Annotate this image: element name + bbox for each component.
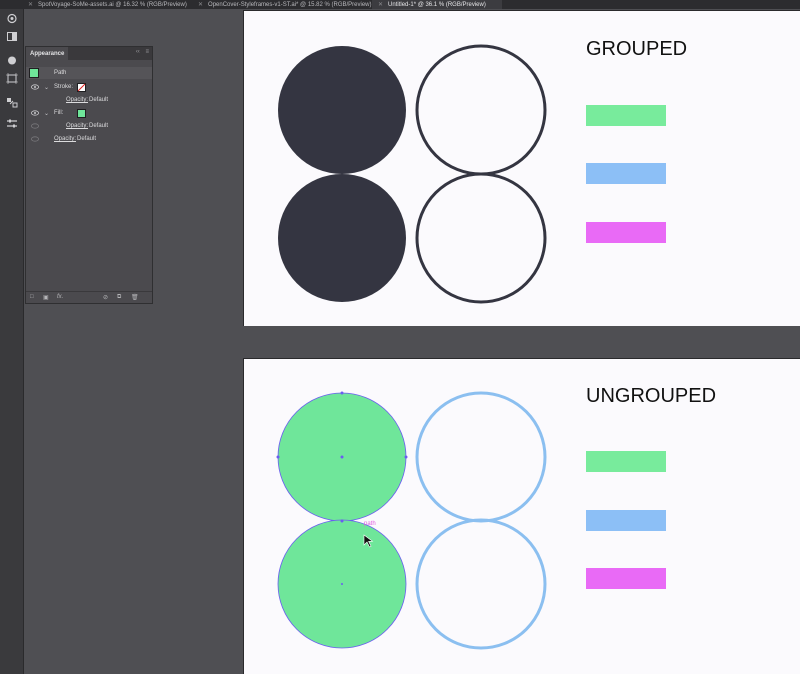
ungrouped-title: UNGROUPED xyxy=(586,385,717,407)
ungrouped-artwork: path xyxy=(276,391,547,650)
center-point[interactable] xyxy=(340,455,344,459)
legend-bar-magenta[interactable] xyxy=(586,568,666,589)
align-icon[interactable] xyxy=(5,117,19,129)
visibility-eye-icon[interactable] xyxy=(31,84,39,90)
tab-label: SpotVoyage-SoMe-assets.ai @ 16.32 % (RGB… xyxy=(38,1,187,8)
legend-bar-green[interactable] xyxy=(586,451,666,472)
stroke-row[interactable]: ⌄ Stroke: xyxy=(26,81,152,93)
appearance-panel: Appearance ‹‹ ≡ Path ⌄ Stroke: Opacity: … xyxy=(25,46,153,304)
add-fill-icon[interactable]: ▣ xyxy=(43,294,49,301)
ungrouped-outline-circle-bottom[interactable] xyxy=(415,518,547,650)
add-stroke-icon[interactable]: □ xyxy=(30,294,34,300)
opacity-label[interactable]: Opacity: xyxy=(54,136,76,142)
grouped-outline-circle-top[interactable] xyxy=(415,44,547,176)
object-row[interactable]: Path xyxy=(26,67,152,79)
document-tab-bar: ✕ SpotVoyage-SoMe-assets.ai @ 16.32 % (R… xyxy=(0,0,800,9)
artboard-icon[interactable] xyxy=(5,72,19,84)
object-thumbnail xyxy=(29,68,39,78)
document-tab-opencover[interactable]: ✕ OpenCover-Styleframes-v1-ST.ai* @ 15.8… xyxy=(198,0,372,9)
duplicate-item-icon[interactable]: ⧉ xyxy=(117,294,121,301)
grouped-filled-circle-bottom[interactable] xyxy=(278,174,406,302)
fill-color-swatch[interactable] xyxy=(77,109,86,118)
grouped-title: GROUPED xyxy=(586,38,688,60)
artboard-grouped: GROUPED xyxy=(243,10,800,326)
gradient-icon[interactable] xyxy=(5,30,19,42)
fill-opacity-row[interactable]: Opacity: Default xyxy=(26,120,152,132)
stroke-opacity-value: Default xyxy=(89,97,109,103)
visibility-eye-icon[interactable] xyxy=(31,136,39,142)
symbol-sprayer-icon[interactable] xyxy=(5,12,19,24)
fill-row[interactable]: ⌄ Fill: xyxy=(26,107,152,119)
grouped-outline-circle-bottom[interactable] xyxy=(415,172,547,304)
add-effect-button[interactable]: fx. xyxy=(57,294,63,300)
ungrouped-outline-circle-top[interactable] xyxy=(415,391,547,523)
grouped-artwork xyxy=(278,44,547,304)
stroke-label: Stroke: xyxy=(54,84,74,90)
panel-footer: □ ▣ fx. ⊘ ⧉ 🗑 xyxy=(26,291,152,303)
legend-bar-green[interactable] xyxy=(586,105,666,126)
object-label: Path xyxy=(54,70,67,76)
collapse-icon[interactable]: ‹‹ xyxy=(136,49,140,55)
tools-panel xyxy=(0,9,24,674)
symbol-icon[interactable] xyxy=(5,96,19,108)
center-point[interactable] xyxy=(341,583,343,585)
visibility-eye-icon[interactable] xyxy=(31,123,39,129)
disclosure-triangle-icon[interactable]: ⌄ xyxy=(44,84,49,91)
smart-guide-label: path xyxy=(364,521,376,527)
visibility-eye-icon[interactable] xyxy=(31,110,39,116)
tab-label: OpenCover-Styleframes-v1-ST.ai* @ 15.82 … xyxy=(208,1,372,8)
panel-menu-icon[interactable]: ≡ xyxy=(145,49,149,55)
opacity-row[interactable]: Opacity: Default xyxy=(26,133,152,145)
stroke-opacity-label[interactable]: Opacity: xyxy=(66,97,88,103)
opacity-value: Default xyxy=(77,136,97,142)
fill-opacity-value: Default xyxy=(89,123,109,129)
clear-appearance-icon[interactable]: ⊘ xyxy=(103,294,108,301)
legend-bar-blue[interactable] xyxy=(586,163,666,184)
grouped-filled-circle-top[interactable] xyxy=(278,46,406,174)
tab-label: Untitled-1* @ 36.1 % (RGB/Preview) xyxy=(388,1,486,8)
anchor-point[interactable] xyxy=(276,455,280,459)
panel-controls: ‹‹ ≡ xyxy=(136,49,149,55)
stroke-none-swatch[interactable] xyxy=(77,83,86,92)
panel-header: Appearance ‹‹ ≡ xyxy=(26,47,152,60)
fill-opacity-label[interactable]: Opacity: xyxy=(66,123,88,129)
anchor-point[interactable] xyxy=(404,455,408,459)
stroke-opacity-row[interactable]: Opacity: Default xyxy=(26,94,152,106)
close-icon[interactable]: ✕ xyxy=(378,1,383,8)
fill-label: Fill: xyxy=(54,110,64,116)
appearance-tab[interactable]: Appearance xyxy=(26,47,69,60)
legend-bar-blue[interactable] xyxy=(586,510,666,531)
fill-stroke-icon[interactable] xyxy=(5,54,19,66)
close-icon[interactable]: ✕ xyxy=(28,1,33,8)
document-tab-spotvoyage[interactable]: ✕ SpotVoyage-SoMe-assets.ai @ 16.32 % (R… xyxy=(28,0,187,9)
anchor-point[interactable] xyxy=(340,391,344,395)
disclosure-triangle-icon[interactable]: ⌄ xyxy=(44,110,49,117)
legend-bar-magenta[interactable] xyxy=(586,222,666,243)
artboard-ungrouped: path UNGROUPED xyxy=(243,358,800,674)
delete-item-icon[interactable]: 🗑 xyxy=(131,294,139,301)
anchor-point[interactable] xyxy=(340,519,344,523)
close-icon[interactable]: ✕ xyxy=(198,1,203,8)
document-tab-untitled[interactable]: ✕ Untitled-1* @ 36.1 % (RGB/Preview) xyxy=(372,0,502,9)
